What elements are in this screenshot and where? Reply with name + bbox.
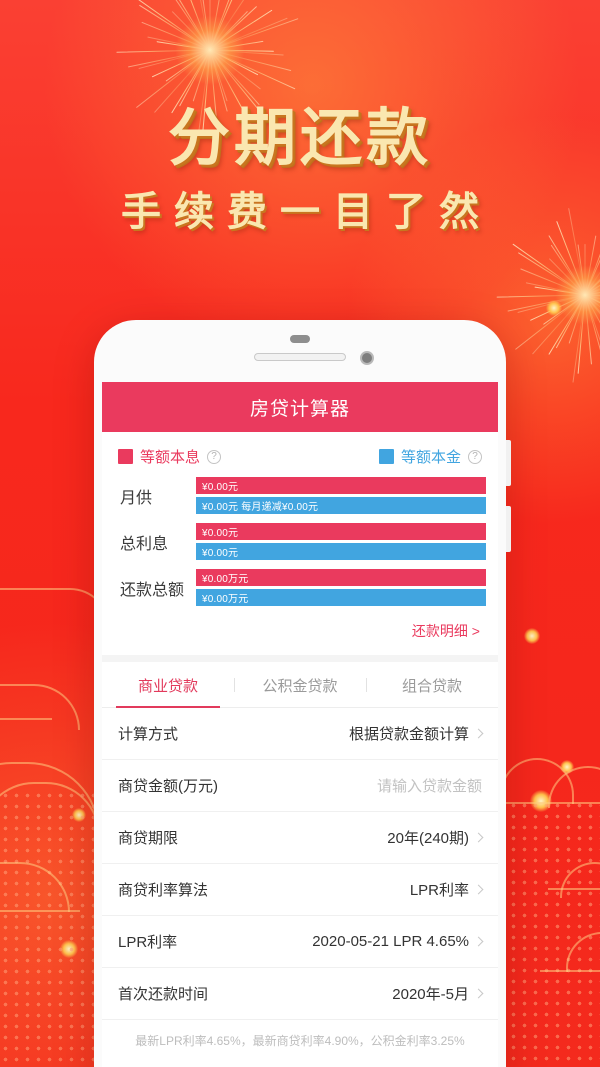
form-row-right: 根据贷款金额计算 bbox=[348, 723, 484, 744]
section-divider bbox=[102, 655, 498, 662]
phone-side-button-volume-up[interactable] bbox=[506, 440, 511, 486]
form-row-loan-amount[interactable]: 商贷金额(万元) 请输入贷款金额 bbox=[102, 760, 498, 812]
dot-pattern-decoration bbox=[0, 790, 94, 1067]
page-subtitle: 手续费一目了然 bbox=[121, 190, 492, 234]
form-row-right: 2020-05-21 LPR 4.65% bbox=[312, 933, 484, 950]
legend-equal-principal[interactable]: 等额本金 ? bbox=[378, 446, 482, 467]
form-row-lpr-rate[interactable]: LPR利率 2020-05-21 LPR 4.65% bbox=[102, 916, 498, 968]
summary-bar-red: ¥0.00万元 bbox=[196, 569, 486, 586]
cloud-line-decoration bbox=[0, 718, 52, 720]
summary-row-label: 总利息 bbox=[120, 535, 169, 553]
summary-row-monthly-payment: 月供 ¥0.00元 ¥0.00元 每月递减¥0.00元 bbox=[114, 477, 486, 514]
chevron-right-icon bbox=[473, 936, 484, 947]
summary-bars: ¥0.00元 ¥0.00元 每月递减¥0.00元 bbox=[196, 477, 486, 514]
form-row-label: 商贷金额(万元) bbox=[118, 778, 218, 795]
chevron-right-icon bbox=[473, 884, 484, 895]
tab-commercial-loan[interactable]: 商业贷款 bbox=[102, 662, 234, 708]
form-row-label: 首次还款时间 bbox=[118, 986, 209, 1003]
form-row-value: 2020年-5月 bbox=[392, 986, 469, 1003]
proximity-sensor-icon bbox=[290, 335, 310, 343]
promo-poster: 分期还款 手续费一目了然 房贷计算器 等额本息 ? 等额本金 ? 月供 ¥0.0… bbox=[0, 0, 600, 1067]
repayment-detail-link[interactable]: 还款明细 > bbox=[114, 615, 486, 649]
chevron-right-icon bbox=[473, 728, 484, 739]
summary-row-total-repayment: 还款总额 ¥0.00万元 ¥0.00万元 bbox=[114, 569, 486, 606]
tab-housing-fund-loan[interactable]: 公积金贷款 bbox=[234, 662, 366, 707]
phone-side-button-volume-down[interactable] bbox=[506, 506, 511, 552]
cloud-line-decoration bbox=[0, 910, 80, 912]
loan-type-tabs: 商业贷款 公积金贷款 组合贷款 bbox=[102, 662, 498, 708]
app-header: 房贷计算器 bbox=[102, 382, 498, 432]
summary-bars: ¥0.00元 ¥0.00元 bbox=[196, 523, 486, 560]
form-row-label: 商贷期限 bbox=[118, 830, 179, 847]
form-row-right: 2020年-5月 bbox=[392, 983, 484, 1004]
cut-off-row bbox=[102, 1059, 498, 1067]
phone-bezel bbox=[94, 320, 506, 382]
summary-bars: ¥0.00万元 ¥0.00万元 bbox=[196, 569, 486, 606]
form-row-rate-algorithm[interactable]: 商贷利率算法 LPR利率 bbox=[102, 864, 498, 916]
headline: 分期还款 手续费一目了然 bbox=[0, 104, 600, 234]
form-row-calculation-method[interactable]: 计算方式 根据贷款金额计算 bbox=[102, 708, 498, 760]
summary-card: 等额本息 ? 等额本金 ? 月供 ¥0.00元 ¥0.00元 每月递减¥0.00… bbox=[102, 432, 498, 655]
legend-label-equal-principal: 等额本金 bbox=[400, 449, 461, 466]
form-row-label: LPR利率 bbox=[118, 934, 178, 951]
loan-amount-input[interactable]: 请输入贷款金额 bbox=[377, 775, 482, 796]
chevron-right-icon bbox=[473, 988, 484, 999]
summary-bar-blue: ¥0.00万元 bbox=[196, 589, 486, 606]
front-camera-icon bbox=[360, 351, 374, 365]
phone-mockup: 房贷计算器 等额本息 ? 等额本金 ? 月供 ¥0.00元 ¥0.00元 每月递… bbox=[94, 320, 511, 1067]
spark-icon bbox=[546, 300, 562, 316]
form-row-label: 计算方式 bbox=[118, 726, 179, 743]
chevron-right-icon bbox=[473, 832, 484, 843]
form-row-value: 2020-05-21 LPR 4.65% bbox=[312, 933, 469, 950]
tab-combined-loan[interactable]: 组合贷款 bbox=[366, 662, 498, 707]
form-row-label: 商贷利率算法 bbox=[118, 882, 209, 899]
dot-pattern-decoration bbox=[508, 800, 600, 1067]
help-question-icon[interactable]: ? bbox=[468, 449, 482, 464]
page-title: 分期还款 bbox=[167, 104, 432, 173]
form-row-first-repayment-date[interactable]: 首次还款时间 2020年-5月 bbox=[102, 968, 498, 1020]
form-row-value: 根据贷款金额计算 bbox=[348, 726, 469, 743]
legend-swatch-red-icon bbox=[118, 449, 133, 464]
cloud-line-decoration bbox=[540, 970, 600, 972]
form-row-right: 请输入贷款金额 bbox=[377, 775, 482, 796]
summary-row-label: 还款总额 bbox=[120, 581, 185, 599]
cloud-line-decoration bbox=[500, 802, 600, 804]
summary-bar-blue: ¥0.00元 每月递减¥0.00元 bbox=[196, 497, 486, 514]
legend-equal-installment[interactable]: 等额本息 ? bbox=[118, 446, 222, 467]
form-row-value: LPR利率 bbox=[409, 882, 469, 899]
summary-row-total-interest: 总利息 ¥0.00元 ¥0.00元 bbox=[114, 523, 486, 560]
app-title: 房贷计算器 bbox=[249, 398, 350, 420]
summary-bar-red: ¥0.00元 bbox=[196, 477, 486, 494]
legend-swatch-blue-icon bbox=[378, 449, 394, 464]
summary-row-label: 月供 bbox=[120, 489, 153, 507]
help-question-icon[interactable]: ? bbox=[207, 449, 222, 464]
form-row-right: 20年(240期) bbox=[387, 827, 484, 848]
form-row-loan-term[interactable]: 商贷期限 20年(240期) bbox=[102, 812, 498, 864]
form-row-value: 20年(240期) bbox=[387, 830, 469, 847]
phone-screen: 房贷计算器 等额本息 ? 等额本金 ? 月供 ¥0.00元 ¥0.00元 每月递… bbox=[102, 382, 498, 1067]
summary-bar-blue: ¥0.00元 bbox=[196, 543, 486, 560]
form-row-right: LPR利率 bbox=[409, 879, 484, 900]
spark-icon bbox=[524, 628, 540, 644]
rate-note: 最新LPR利率4.65%，最新商贷利率4.90%，公积金利率3.25% bbox=[102, 1020, 498, 1059]
cloud-line-decoration bbox=[548, 888, 600, 890]
speaker-grille-icon bbox=[254, 353, 346, 361]
legend-label-equal-installment: 等额本息 bbox=[140, 449, 201, 466]
summary-bar-red: ¥0.00元 bbox=[196, 523, 486, 540]
legend-row: 等额本息 ? 等额本金 ? bbox=[114, 442, 486, 477]
